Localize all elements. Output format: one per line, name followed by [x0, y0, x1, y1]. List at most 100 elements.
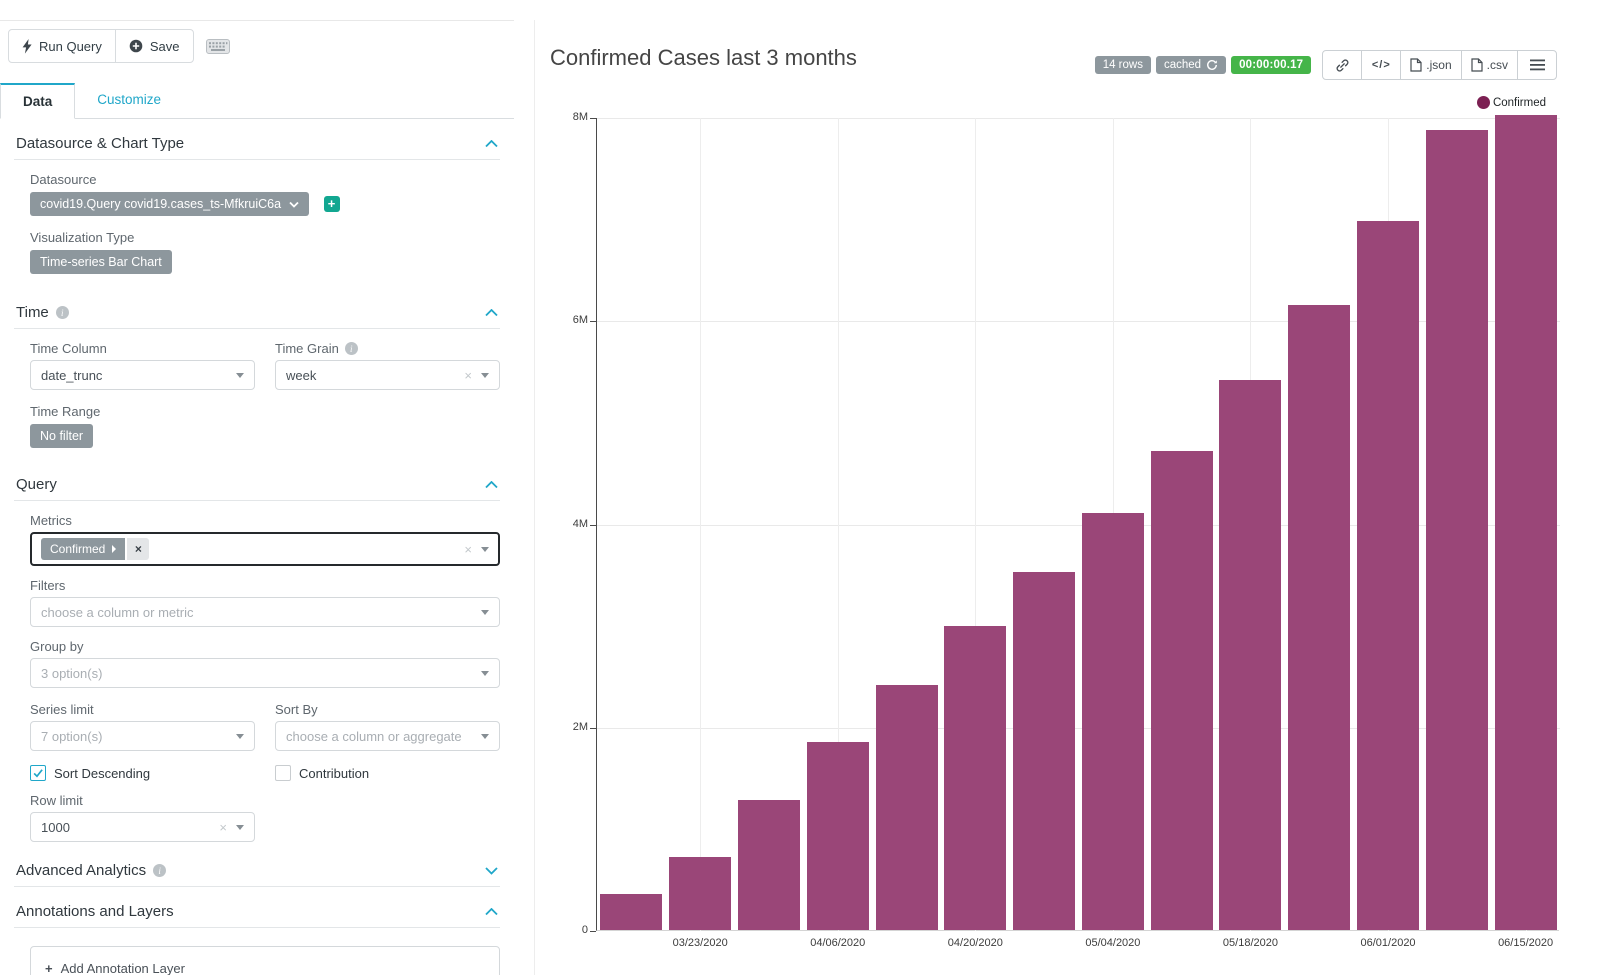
- section-header-annotations[interactable]: Annotations and Layers: [14, 903, 500, 928]
- clear-icon[interactable]: ×: [464, 542, 472, 557]
- advanced-title: Advanced Analytics: [16, 862, 147, 879]
- chevron-down-icon[interactable]: [485, 866, 498, 875]
- bar-04/13/2020[interactable]: [875, 685, 938, 930]
- filters-select[interactable]: choose a column or metric: [30, 597, 500, 627]
- section-header-time[interactable]: Time i: [14, 304, 500, 329]
- time-grain-select[interactable]: week ×: [275, 360, 500, 390]
- document-icon: [1471, 58, 1483, 72]
- chevron-up-icon[interactable]: [485, 907, 498, 916]
- chevron-up-icon[interactable]: [485, 480, 498, 489]
- bar-06/01/2020[interactable]: [1357, 220, 1420, 930]
- keyboard-icon: [205, 38, 230, 54]
- y-axis-label: 8M: [572, 111, 588, 123]
- caret-down-icon: [481, 670, 489, 676]
- cached-badge[interactable]: cached: [1155, 56, 1227, 74]
- remove-metric-button[interactable]: ×: [127, 538, 150, 560]
- chevron-up-icon[interactable]: [485, 139, 498, 148]
- time-grain-label-text: Time Grain: [275, 341, 339, 356]
- time-column-value: date_trunc: [41, 367, 103, 383]
- row-limit-select[interactable]: 1000 ×: [30, 812, 255, 842]
- y-tick-mark: [590, 931, 596, 932]
- time-column-select[interactable]: date_trunc: [30, 360, 255, 390]
- x-gridline: [700, 118, 702, 931]
- y-gridline: [597, 118, 1560, 119]
- sortby-select[interactable]: choose a column or aggregate: [275, 721, 500, 751]
- export-csv-button[interactable]: .csv: [1460, 50, 1518, 80]
- share-link-button[interactable]: [1322, 50, 1363, 80]
- save-label: Save: [149, 38, 180, 54]
- section-header-datasource[interactable]: Datasource & Chart Type: [14, 119, 500, 160]
- chevron-down-icon: [289, 201, 299, 208]
- y-axis-label: 6M: [572, 314, 588, 327]
- y-tick-mark: [590, 118, 596, 119]
- clear-icon[interactable]: ×: [219, 820, 227, 835]
- add-annotation-layer-button[interactable]: + Add Annotation Layer: [30, 946, 500, 975]
- section-header-advanced-analytics[interactable]: Advanced Analytics i: [14, 862, 500, 887]
- section-body-datasource: Datasource covid19.Query covid19.cases_t…: [14, 172, 500, 274]
- x-axis-label: 05/18/2020: [1222, 937, 1278, 949]
- embed-code-button[interactable]: </>: [1361, 50, 1402, 80]
- info-icon[interactable]: i: [153, 864, 167, 877]
- legend-item-confirmed[interactable]: Confirmed: [1476, 96, 1546, 109]
- bar-04/27/2020[interactable]: [1013, 572, 1076, 930]
- x-axis-label: 06/15/2020: [1498, 937, 1554, 949]
- bar-03/23/2020[interactable]: [669, 856, 732, 930]
- info-icon[interactable]: i: [55, 306, 69, 319]
- keyboard-shortcuts-button[interactable]: [205, 38, 230, 54]
- run-query-button[interactable]: Run Query: [8, 29, 116, 63]
- chevron-up-icon[interactable]: [485, 308, 498, 317]
- bar-06/08/2020[interactable]: [1425, 130, 1488, 930]
- metric-chip: Confirmed ×: [41, 538, 150, 560]
- info-icon[interactable]: i: [344, 342, 358, 355]
- metric-pill[interactable]: Confirmed: [41, 538, 126, 560]
- row-count-badge: 14 rows: [1094, 56, 1151, 74]
- bar-05/11/2020[interactable]: [1150, 451, 1213, 930]
- document-icon: [1410, 58, 1422, 72]
- section-header-query[interactable]: Query: [14, 476, 500, 501]
- y-tick-mark: [590, 727, 596, 729]
- tab-data[interactable]: Data: [0, 83, 76, 119]
- section-title: Datasource & Chart Type: [16, 135, 185, 152]
- bar-05/25/2020[interactable]: [1288, 305, 1351, 930]
- row-limit-label: Row limit: [30, 793, 83, 808]
- x-axis-label: 03/23/2020: [672, 937, 728, 949]
- checkbox-checked-icon: [30, 765, 46, 781]
- run-save-button-group: Run Query Save: [8, 29, 194, 63]
- time-range-selector[interactable]: No filter: [30, 424, 94, 448]
- chart-menu-button[interactable]: [1517, 50, 1557, 80]
- bar-05/04/2020[interactable]: [1081, 513, 1144, 930]
- metrics-select[interactable]: Confirmed × ×: [30, 532, 500, 566]
- caret-down-icon: [481, 609, 489, 615]
- hamburger-icon: [1529, 59, 1545, 71]
- sort-descending-label: Sort Descending: [54, 765, 151, 781]
- add-annotation-layer-label: Add Annotation Layer: [60, 961, 185, 975]
- cached-label: cached: [1163, 59, 1202, 71]
- groupby-select[interactable]: 3 option(s): [30, 658, 500, 688]
- bar-06/15/2020[interactable]: [1494, 114, 1557, 930]
- x-axis-label: 05/04/2020: [1085, 937, 1141, 949]
- viz-type-selector[interactable]: Time-series Bar Chart: [30, 250, 172, 274]
- datasource-label: Datasource: [30, 172, 97, 187]
- plot-area: 0 2M 4M 6M 8M 03/23/2020 04/06/2020 04/20/2020 0…: [573, 111, 1560, 949]
- bar-03/30/2020[interactable]: [737, 799, 800, 930]
- viz-type-value: Time-series Bar Chart: [40, 255, 162, 269]
- section-title: Advanced Analytics i: [16, 862, 167, 879]
- tab-customize[interactable]: Customize: [75, 83, 183, 119]
- datasource-selector[interactable]: covid19.Query covid19.cases_ts-MfkruiC6a: [30, 192, 310, 216]
- export-json-button[interactable]: .json: [1400, 50, 1462, 80]
- bar-03/16/2020[interactable]: [600, 894, 663, 930]
- checkbox-unchecked-icon: [275, 765, 291, 781]
- x-axis-label: 04/20/2020: [947, 937, 1003, 949]
- sort-descending-checkbox[interactable]: Sort Descending: [30, 765, 255, 781]
- bar-04/06/2020[interactable]: [806, 742, 869, 930]
- caret-right-icon: [112, 545, 117, 553]
- y-axis-label: 0: [581, 924, 588, 936]
- sortby-placeholder: choose a column or aggregate: [286, 728, 462, 744]
- clear-icon[interactable]: ×: [464, 368, 472, 383]
- bar-04/20/2020[interactable]: [944, 626, 1007, 930]
- add-datasource-button[interactable]: +: [323, 195, 340, 212]
- save-button[interactable]: Save: [114, 29, 194, 63]
- contribution-checkbox[interactable]: Contribution: [275, 765, 500, 781]
- bar-05/18/2020[interactable]: [1219, 380, 1282, 930]
- series-limit-select[interactable]: 7 option(s): [30, 721, 255, 751]
